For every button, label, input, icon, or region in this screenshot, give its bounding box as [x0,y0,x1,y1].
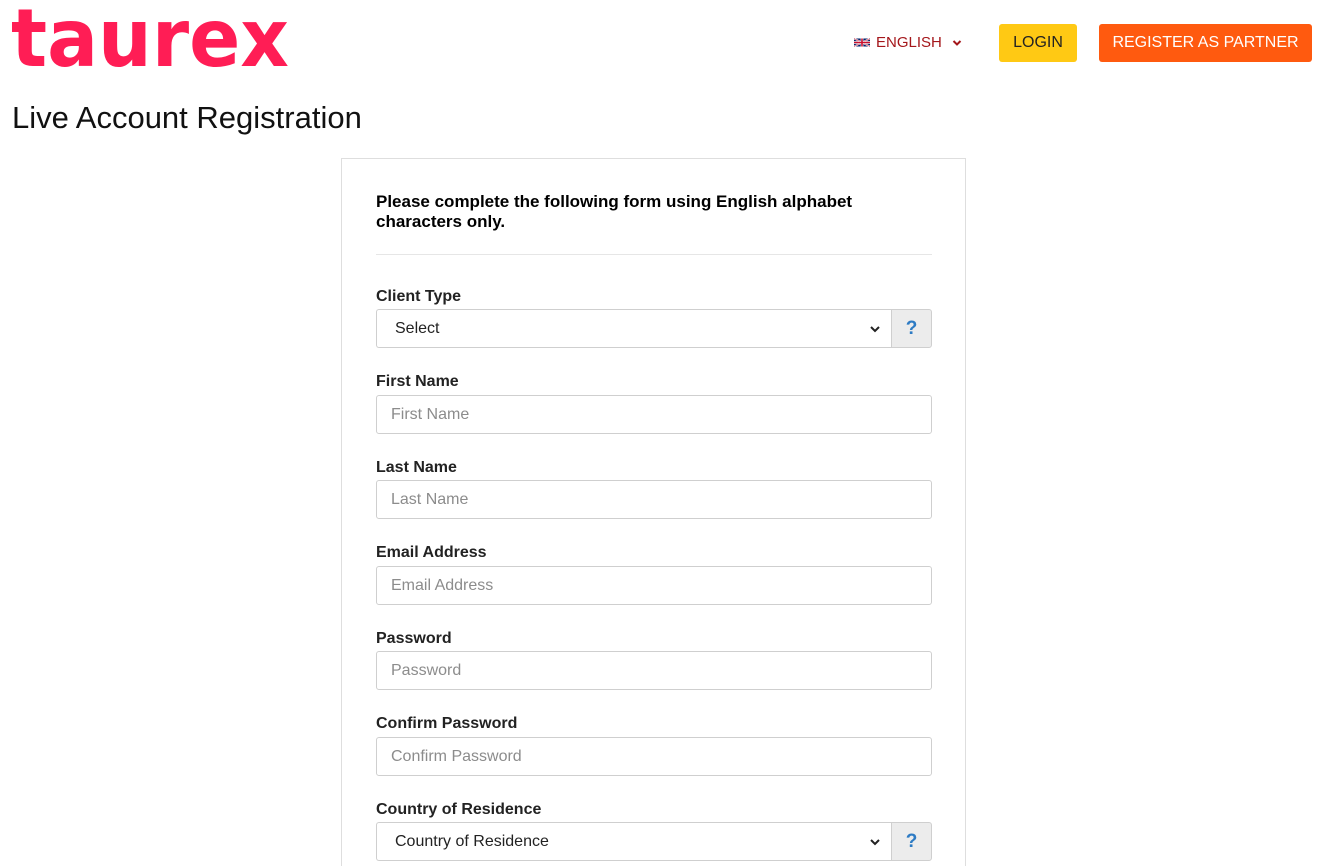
country-select[interactable]: Country of Residence [376,822,891,861]
first-name-label: First Name [376,373,459,390]
password-label: Password [376,630,452,647]
last-name-label: Last Name [376,459,457,476]
form-notice: Please complete the following form using… [376,192,853,231]
email-input[interactable] [376,566,932,605]
client-type-group: Select ? [376,309,932,348]
email-label: Email Address [376,544,487,561]
country-value: Country of Residence [395,832,549,850]
country-group: Country of Residence ? [376,822,932,861]
language-selector[interactable]: ENGLISH [854,34,962,51]
chevron-down-icon [952,39,962,46]
login-button[interactable]: LOGIN [999,24,1077,62]
chevron-down-icon [870,325,880,332]
registration-form-card: Please complete the following form using… [341,158,966,866]
taurex-logo[interactable]: taurex [11,2,293,72]
client-type-help-icon[interactable]: ? [891,309,932,348]
client-type-select[interactable]: Select [376,309,891,348]
confirm-password-label: Confirm Password [376,715,518,732]
language-label: ENGLISH [876,34,942,51]
divider [376,254,932,255]
first-name-input[interactable] [376,395,932,434]
chevron-down-icon [870,838,880,845]
country-label: Country of Residence [376,801,542,818]
password-input[interactable] [376,651,932,690]
confirm-password-input[interactable] [376,737,932,776]
uk-flag-icon [854,37,870,48]
last-name-input[interactable] [376,480,932,519]
register-as-partner-button[interactable]: REGISTER AS PARTNER [1099,24,1312,62]
page-title: Live Account Registration [12,100,362,135]
client-type-label: Client Type [376,288,462,305]
country-help-icon[interactable]: ? [891,822,932,861]
client-type-value: Select [395,319,440,337]
svg-text:taurex: taurex [11,2,289,72]
